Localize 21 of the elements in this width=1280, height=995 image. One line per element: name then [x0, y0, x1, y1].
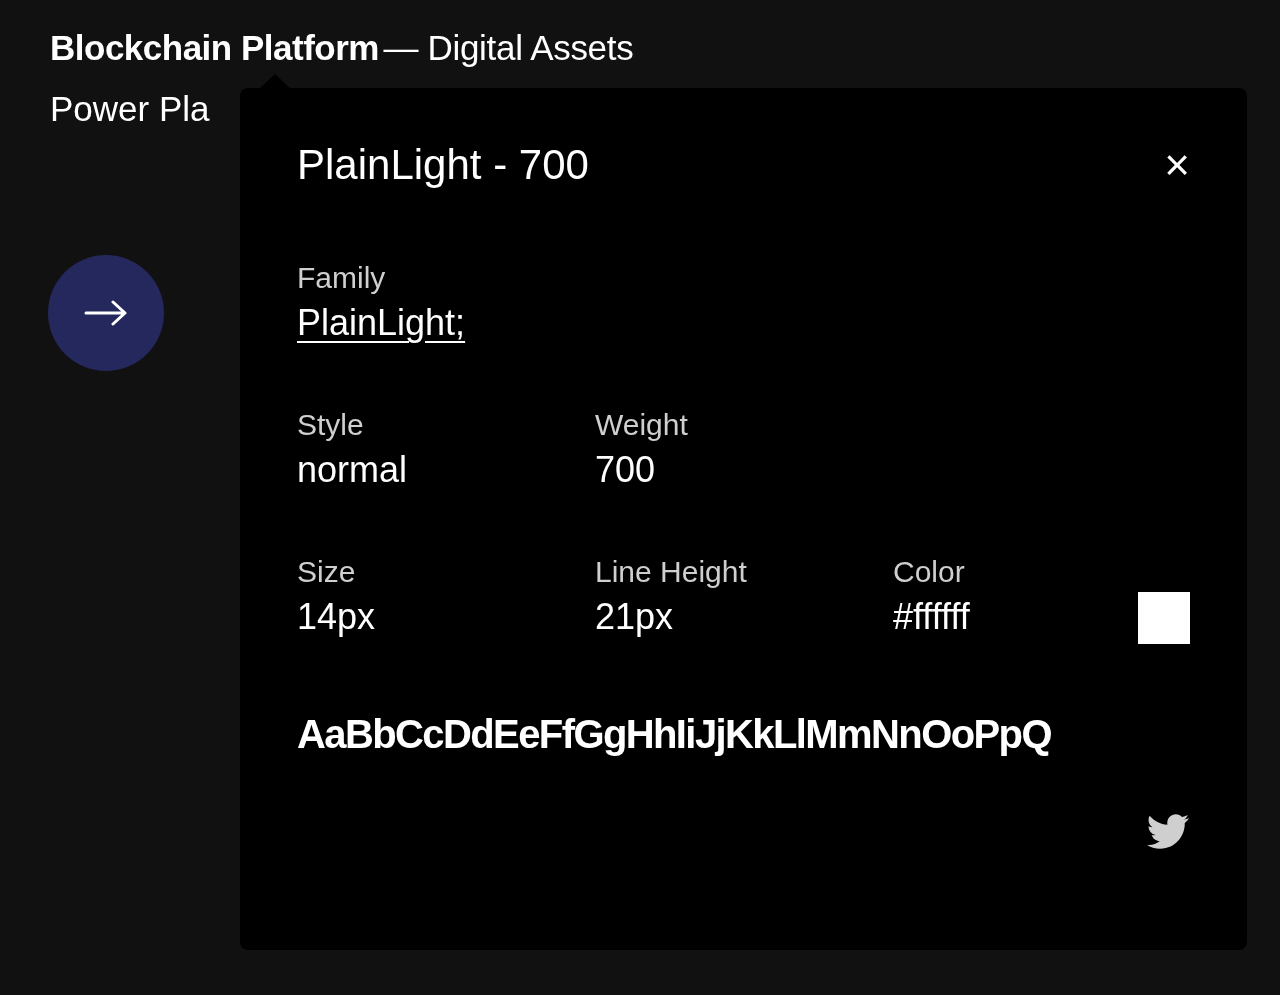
field-value: 700 [595, 448, 657, 493]
field-label: Size [297, 554, 357, 590]
field-label: Weight [595, 407, 689, 444]
field-value: 14px [297, 595, 377, 639]
field-label: Family [297, 260, 387, 297]
close-button[interactable]: × [1164, 150, 1190, 181]
font-family-link[interactable]: PlainLight; [297, 302, 466, 344]
section-heading: Power Pla [50, 87, 210, 130]
field-label: Line Height [595, 554, 748, 590]
color-swatch [1138, 592, 1190, 644]
field-value: normal [297, 448, 409, 493]
arrow-right-icon [84, 300, 128, 326]
field-label: Style [297, 407, 365, 444]
field-value: #ffffff [893, 595, 970, 639]
bird-icon[interactable] [1146, 814, 1190, 850]
font-sample-text: AaBbCcDdEeFfGgHhIiJjKkLlMmNnOoPpQ [297, 711, 1052, 758]
field-label: Color [893, 554, 966, 590]
field-value: 21px [595, 595, 675, 639]
page-title: Blockchain Platform [50, 28, 379, 67]
popover-title: PlainLight - 700 [297, 140, 589, 190]
page-subtitle: — Digital Assets [383, 28, 634, 67]
